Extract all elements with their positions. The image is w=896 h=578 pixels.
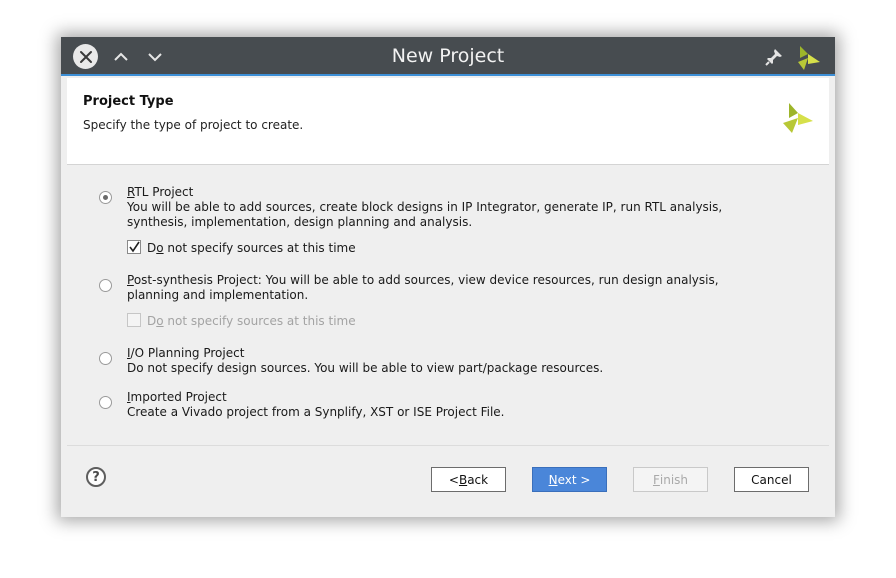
page-title: Project Type [83, 94, 174, 109]
imported-project-label[interactable]: Imported Project [127, 390, 227, 405]
vivado-logo-icon [783, 103, 813, 133]
chevron-down-icon[interactable] [146, 48, 164, 66]
new-project-dialog: New Project Project Type Specify the typ… [61, 37, 835, 517]
back-button[interactable]: < Back [431, 467, 506, 492]
post-synth-no-sources-label: Do not specify sources at this time [147, 314, 356, 328]
rtl-no-sources-checkbox[interactable] [127, 240, 141, 254]
io-planning-radio[interactable] [99, 352, 112, 365]
imported-project-radio[interactable] [99, 396, 112, 409]
rtl-project-label[interactable]: RTL Project [127, 185, 193, 200]
finish-button[interactable]: Finish [633, 467, 708, 492]
io-planning-description: Do not specify design sources. You will … [127, 361, 604, 375]
io-planning-label[interactable]: I/O Planning Project [127, 346, 244, 361]
project-type-options: RTL Project You will be able to add sour… [67, 165, 829, 445]
chevron-up-icon[interactable] [112, 48, 130, 66]
title-bar: New Project [61, 37, 835, 76]
window-title: New Project [391, 45, 505, 67]
close-icon[interactable] [73, 44, 98, 69]
rtl-project-radio[interactable] [99, 191, 112, 204]
vivado-logo-icon [798, 46, 820, 70]
help-icon[interactable]: ? [86, 467, 106, 487]
post-synthesis-radio[interactable] [99, 279, 112, 292]
imported-project-description: Create a Vivado project from a Synplify,… [127, 405, 505, 419]
wizard-header: Project Type Specify the type of project… [67, 78, 829, 165]
cancel-button[interactable]: Cancel [734, 467, 809, 492]
wizard-footer: ? < Back Next > Finish Cancel [67, 445, 829, 512]
post-synthesis-label[interactable]: Post-synthesis Project: You will be able… [127, 273, 767, 303]
next-button[interactable]: Next > [532, 467, 607, 492]
checkmark-icon [129, 241, 140, 253]
post-synth-no-sources-checkbox[interactable] [127, 313, 141, 327]
rtl-project-description: You will be able to add sources, create … [127, 200, 723, 229]
rtl-no-sources-label[interactable]: Do not specify sources at this time [147, 241, 356, 255]
pin-icon[interactable] [764, 47, 784, 67]
page-subtitle: Specify the type of project to create. [83, 118, 304, 132]
